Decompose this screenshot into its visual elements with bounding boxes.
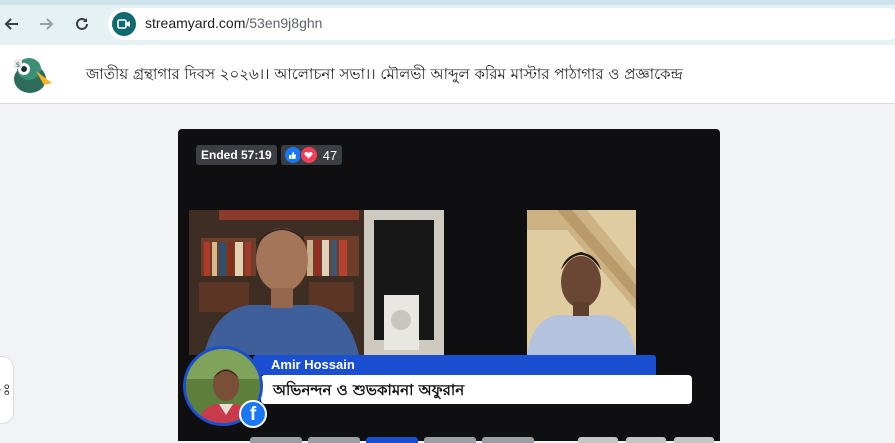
control-button-5[interactable]: [482, 437, 534, 443]
page-header: $ জাতীয় গ্রন্থাগার দিবস ২০২৬।। আলোচনা স…: [0, 45, 895, 104]
url-path: /53en9j8ghn: [245, 15, 323, 31]
control-button-1[interactable]: [250, 437, 302, 443]
browser-toolbar: streamyard.com/53en9j8ghn: [0, 0, 895, 45]
ended-status-badge: Ended 57:19: [196, 145, 277, 165]
love-icon: [299, 146, 318, 164]
url-host: streamyard.com: [145, 15, 246, 31]
control-button-4[interactable]: [424, 437, 476, 443]
commenter-name: Amir Hossain: [271, 357, 355, 372]
comment-message-bar: অভিনন্দন ও শুভকামনা অফুরান: [261, 375, 692, 404]
commenter-name-bar: Amir Hossain: [253, 355, 656, 375]
svg-text:$: $: [16, 61, 20, 69]
participant-video-1-frame: [189, 210, 444, 355]
reload-icon[interactable]: [70, 12, 94, 36]
control-button-6[interactable]: [578, 437, 618, 443]
event-title: জাতীয় গ্রন্থাগার দিবস ২০২৬।। আলোচনা সভা…: [86, 65, 683, 83]
control-button-8[interactable]: [674, 437, 714, 443]
participant-video-2-frame: [527, 210, 636, 355]
forward-arrow-icon[interactable]: [34, 12, 58, 36]
site-camera-icon[interactable]: [112, 12, 136, 36]
participant-video-1[interactable]: [189, 210, 444, 355]
player-controls: [250, 437, 720, 443]
like-icon: [284, 147, 301, 163]
control-button-7[interactable]: [626, 437, 666, 443]
reaction-count-badge: 47: [280, 145, 343, 165]
control-button-3[interactable]: [366, 437, 418, 443]
stream-status-row: Ended 57:19 47: [196, 145, 343, 165]
control-button-2[interactable]: [308, 437, 360, 443]
streamyard-duck-logo[interactable]: $: [10, 53, 54, 95]
facebook-icon: f: [239, 400, 267, 428]
reaction-count: 47: [322, 147, 338, 163]
back-arrow-icon[interactable]: [0, 12, 24, 36]
comment-message: অভিনন্দন ও শুভকামনা অফুরান: [273, 381, 465, 399]
participant-video-2[interactable]: [527, 210, 636, 355]
address-bar[interactable]: streamyard.com/53en9j8ghn: [108, 8, 895, 40]
side-panel-tab[interactable]: ঃ: [0, 356, 14, 424]
url-text[interactable]: streamyard.com/53en9j8ghn: [145, 15, 322, 31]
side-panel-tab-glyph: ঃ: [0, 377, 11, 404]
comment-banner: Amir Hossain অভিনন্দন ও শুভকামনা অফুরান …: [183, 346, 703, 436]
